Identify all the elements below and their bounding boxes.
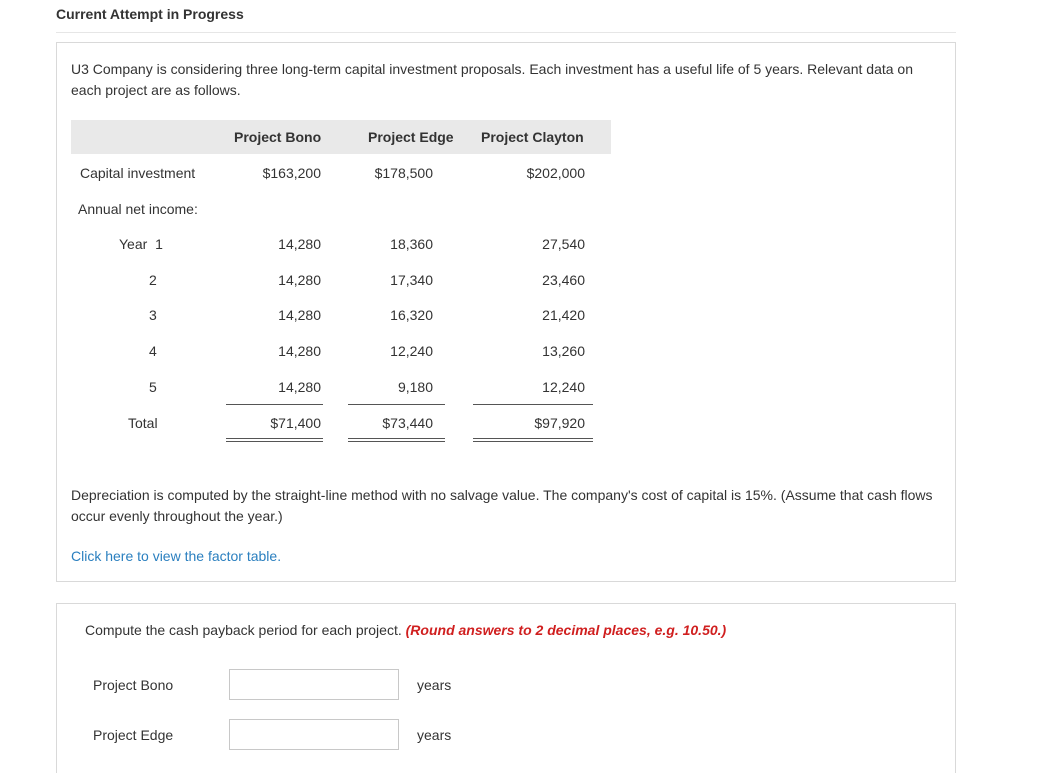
total-clayton: $97,920	[534, 415, 585, 431]
total-label: Total	[128, 415, 158, 431]
unit-years-edge: years	[417, 727, 452, 743]
problem-panel: U3 Company is considering three long-ter…	[56, 42, 956, 582]
table-cell: 21,420	[542, 307, 585, 323]
capital-investment-label: Capital investment	[80, 165, 196, 181]
row-label-year-5: 5	[149, 379, 157, 395]
page-title: Current Attempt in Progress	[56, 6, 244, 22]
depreciation-note: Depreciation is computed by the straight…	[71, 487, 933, 524]
subtotal-rule-bono	[226, 404, 323, 405]
payback-edge-input[interactable]	[229, 719, 399, 750]
factor-table-link[interactable]: Click here to view the factor table.	[71, 548, 281, 564]
payback-bono-input[interactable]	[229, 669, 399, 700]
annual-net-income-label: Annual net income:	[78, 201, 198, 217]
capital-clayton: $202,000	[526, 165, 585, 181]
total-rule-bono	[226, 441, 323, 442]
question-instruction: Compute the cash payback period for each…	[85, 622, 726, 638]
column-header-bono: Project Bono	[234, 129, 322, 145]
table-cell: 13,260	[542, 343, 585, 359]
total-rule-edge	[348, 438, 445, 439]
table-cell: 14,280	[278, 307, 321, 323]
unit-years-bono: years	[417, 677, 452, 693]
problem-intro: U3 Company is considering three long-ter…	[71, 61, 913, 98]
total-edge: $73,440	[382, 415, 433, 431]
table-cell: 14,280	[278, 272, 321, 288]
column-header-edge: Project Edge	[368, 129, 454, 145]
table-cell: 16,320	[390, 307, 433, 323]
subtotal-rule-edge	[348, 404, 445, 405]
question-panel: Compute the cash payback period for each…	[56, 603, 956, 773]
capital-bono: $163,200	[262, 165, 321, 181]
instruction-text: Compute the cash payback period for each…	[85, 622, 402, 638]
total-rule-clayton	[473, 438, 593, 439]
table-cell: 12,240	[390, 343, 433, 359]
answer-label-edge: Project Edge	[93, 727, 174, 743]
table-cell: 14,280	[278, 343, 321, 359]
row-label-year-3: 3	[149, 307, 157, 323]
table-cell: 12,240	[542, 379, 585, 395]
table-cell: 17,340	[390, 272, 433, 288]
total-rule-edge	[348, 441, 445, 442]
table-cell: 14,280	[278, 236, 321, 252]
table-cell: 27,540	[542, 236, 585, 252]
column-header-clayton: Project Clayton	[481, 129, 584, 145]
answer-label-bono: Project Bono	[93, 677, 174, 693]
table-cell: 9,180	[397, 379, 433, 395]
row-label-year-4: 4	[149, 343, 157, 359]
total-rule-bono	[226, 438, 323, 439]
table-cell: 23,460	[542, 272, 585, 288]
total-bono: $71,400	[270, 415, 321, 431]
row-label-year-2: 2	[149, 272, 157, 288]
total-rule-clayton	[473, 441, 593, 442]
header-divider	[56, 32, 956, 33]
capital-edge: $178,500	[374, 165, 433, 181]
row-label-year-1: Year 1	[119, 236, 163, 252]
table-cell: 14,280	[278, 379, 321, 395]
subtotal-rule-clayton	[473, 404, 593, 405]
table-cell: 18,360	[390, 236, 433, 252]
rounding-hint: (Round answers to 2 decimal places, e.g.…	[405, 622, 727, 638]
